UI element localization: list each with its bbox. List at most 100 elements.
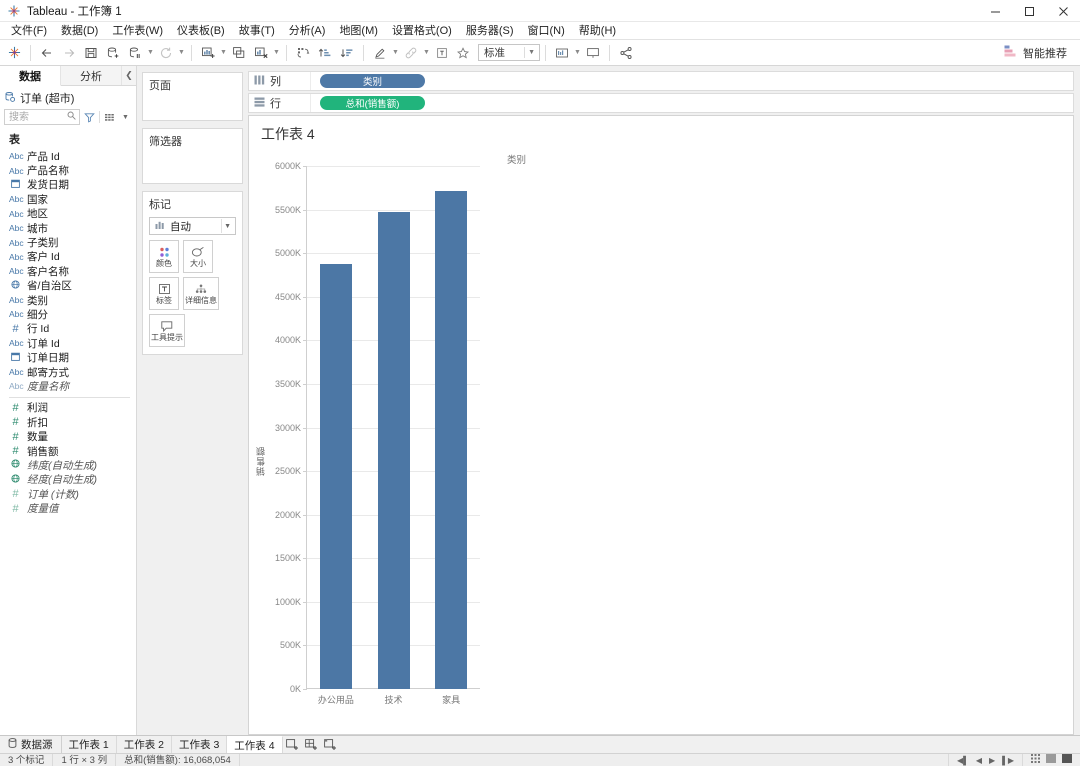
share-button[interactable] [615,42,637,64]
clear-caret-icon[interactable]: ▼ [272,42,281,64]
forward-button[interactable] [58,42,80,64]
new-worksheet-toolbar-button[interactable] [197,42,219,64]
field-item[interactable]: 纬度(自动生成) [0,458,136,472]
grid-view-icon[interactable] [103,109,116,125]
field-item[interactable]: 经度(自动生成) [0,473,136,487]
columns-shelf-body[interactable]: 类别 [311,74,1073,88]
show-mark-labels-button[interactable] [431,42,453,64]
marks-type-caret-icon[interactable]: ▼ [224,223,231,230]
x-axis-tick-label[interactable]: 办公用品 [306,693,366,706]
sheet-tab-1[interactable]: 工作表 1 [62,736,117,753]
fit-select[interactable]: 标准 ▼ [478,44,540,61]
full-view-status-icon[interactable] [1062,754,1072,766]
undo-caret-icon[interactable]: ▼ [177,42,186,64]
swap-rows-columns-button[interactable] [292,42,314,64]
field-item[interactable]: #度量值 [0,501,136,515]
field-item[interactable]: Abc国家 [0,192,136,206]
clear-sheet-button[interactable] [250,42,272,64]
new-worksheet-icon[interactable] [283,736,302,753]
field-item[interactable]: Abc类别 [0,293,136,307]
collapse-pane-icon[interactable]: ❮ [122,66,136,85]
refresh-datasource-button[interactable] [124,42,146,64]
marks-type-select[interactable]: 自动 ▼ [149,217,236,235]
menu-window[interactable]: 窗口(N) [521,22,572,40]
columns-shelf[interactable]: 列 类别 [248,71,1074,91]
new-dashboard-icon[interactable] [302,736,321,753]
group-members-button[interactable] [400,42,422,64]
rows-shelf[interactable]: 行 总和(销售额) [248,93,1074,113]
pill-sum-sales[interactable]: 总和(销售额) [320,96,425,110]
menu-dashboard[interactable]: 仪表板(B) [170,22,232,40]
field-item[interactable]: #行 Id [0,322,136,336]
new-story-icon[interactable] [321,736,340,753]
field-item[interactable]: Abc客户 Id [0,250,136,264]
datasource-item[interactable]: 订单 (超市) [0,89,136,107]
tab-analytics[interactable]: 分析 [61,66,122,85]
presentation-mode-button[interactable] [582,42,604,64]
card-view-status-icon[interactable] [1046,754,1056,766]
next-page-icon[interactable]: ▶ [989,756,995,765]
menu-analysis[interactable]: 分析(A) [282,22,333,40]
datasource-tab[interactable]: 数据源 [0,736,62,753]
tab-data[interactable]: 数据 [0,66,61,86]
maximize-button[interactable] [1012,0,1046,22]
field-item[interactable]: #数量 [0,429,136,443]
group-caret-icon[interactable]: ▼ [422,42,431,64]
field-item[interactable]: #折扣 [0,415,136,429]
menu-server[interactable]: 服务器(S) [459,22,521,40]
field-item[interactable]: #利润 [0,401,136,415]
status-view-icons[interactable] [1022,754,1080,766]
sheet-tab-2[interactable]: 工作表 2 [117,736,172,753]
sort-descending-button[interactable] [336,42,358,64]
menu-data[interactable]: 数据(D) [54,22,105,40]
filter-icon[interactable] [83,109,96,125]
x-axis-tick-label[interactable]: 技术 [364,693,424,706]
marks-color-button[interactable]: 颜色 [149,240,179,273]
field-options-caret-icon[interactable]: ▼ [119,109,132,125]
close-button[interactable] [1046,0,1080,22]
worksheet-canvas[interactable]: 工作表 4 类别 销售额 0K500K1000K1500K2000K2500K3… [248,115,1074,735]
bar-mark[interactable] [435,191,467,689]
pages-card[interactable]: 页面 [142,72,243,121]
new-datasource-button[interactable] [102,42,124,64]
refresh-caret-icon[interactable]: ▼ [146,42,155,64]
filters-card[interactable]: 筛选器 [142,128,243,184]
marks-detail-button[interactable]: 详细信息 [183,277,219,310]
pill-category[interactable]: 类别 [320,74,425,88]
field-item[interactable]: #销售额 [0,444,136,458]
tableau-home-icon[interactable] [3,42,25,64]
x-axis-tick-label[interactable]: 家具 [421,693,481,706]
duplicate-sheet-button[interactable] [228,42,250,64]
field-item[interactable]: 省/自治区 [0,279,136,293]
field-item[interactable]: Abc子类别 [0,235,136,249]
marks-size-button[interactable]: 大小 [183,240,213,273]
first-page-icon[interactable]: ◀▌ [957,756,969,765]
menu-format[interactable]: 设置格式(O) [385,22,459,40]
highlight-button[interactable] [369,42,391,64]
last-page-icon[interactable]: ▌▶ [1002,756,1014,765]
menu-file[interactable]: 文件(F) [4,22,54,40]
menu-help[interactable]: 帮助(H) [572,22,623,40]
sort-ascending-button[interactable] [314,42,336,64]
minimize-button[interactable] [978,0,1012,22]
highlight-caret-icon[interactable]: ▼ [391,42,400,64]
field-item[interactable]: 发货日期 [0,178,136,192]
save-button[interactable] [80,42,102,64]
undo-redo-icon[interactable] [155,42,177,64]
menu-worksheet[interactable]: 工作表(W) [105,22,170,40]
fit-axis-caret-icon[interactable]: ▼ [573,42,582,64]
field-item[interactable]: Abc度量名称 [0,379,136,393]
sheet-tab-4[interactable]: 工作表 4 [227,736,282,753]
fix-axes-button[interactable] [453,42,475,64]
show-me-button[interactable]: 智能推荐 [999,43,1072,63]
field-item[interactable]: #订单 (计数) [0,487,136,501]
bar-mark[interactable] [320,264,352,689]
bar-mark[interactable] [378,212,410,689]
menu-map[interactable]: 地图(M) [332,22,385,40]
rows-shelf-body[interactable]: 总和(销售额) [311,96,1073,110]
back-button[interactable] [36,42,58,64]
marks-label-button[interactable]: 标签 [149,277,179,310]
field-item[interactable]: 订单日期 [0,350,136,364]
fit-axis-button[interactable] [551,42,573,64]
sheet-tab-3[interactable]: 工作表 3 [172,736,227,753]
